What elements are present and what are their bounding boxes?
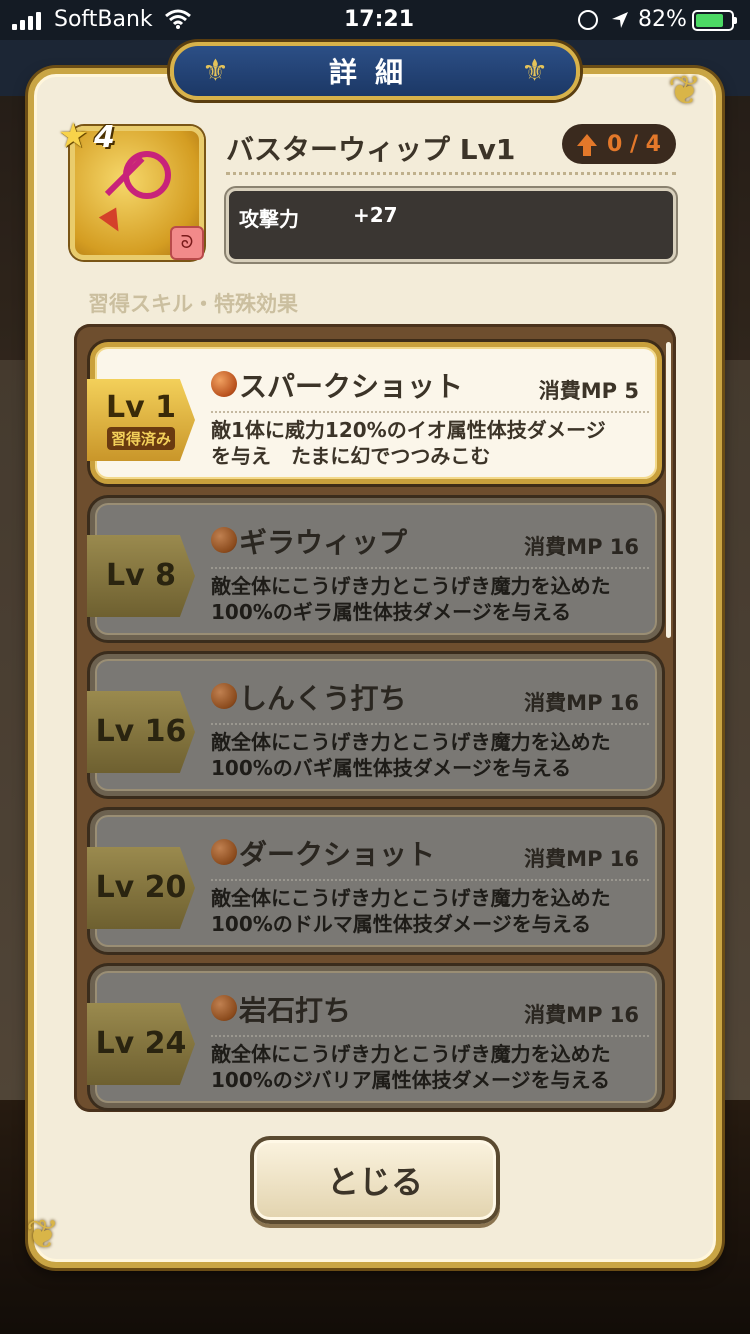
level-label: Lv 24 (95, 1026, 187, 1061)
stats-box: 攻撃力 +27 (226, 188, 676, 262)
skill-description-line: 敵全体にこうげき力とこうげき魔力を込めた (211, 886, 611, 910)
skill-description-line: 100%のジバリア属性体技ダメージを与える (211, 1068, 610, 1092)
level-label: Lv 8 (106, 558, 176, 593)
skill-description-line: 敵全体にこうげき力とこうげき魔力を込めた (211, 730, 611, 754)
skill-description: 敵全体にこうげき力とこうげき魔力を込めた 100%のギラ属性体技ダメージを与える (211, 573, 655, 625)
stat-value: +27 (353, 203, 398, 227)
skill-description-line: 100%のバギ属性体技ダメージを与える (211, 756, 572, 780)
level-tag: Lv 24 (87, 1003, 195, 1085)
corner-ornament-icon: ❦ (668, 68, 702, 114)
skill-name: 岩石打ち (239, 994, 352, 1027)
skill-mp-cost: 消費MP 5 (538, 379, 639, 403)
whip-type-icon: ᘐ (170, 226, 204, 260)
skill-name: しんくう打ち (239, 682, 407, 715)
skill-description: 敵全体にこうげき力とこうげき魔力を込めた 100%のジバリア属性体技ダメージを与え… (211, 1041, 655, 1093)
skill-description-line: 100%のドルマ属性体技ダメージを与える (211, 912, 592, 936)
stat-label: 攻撃力 (239, 207, 299, 231)
wifi-icon (165, 9, 191, 29)
skill-description-line: 敵全体にこうげき力とこうげき魔力を込めた (211, 1042, 611, 1066)
corner-ornament-icon: ❦ (26, 1212, 60, 1258)
level-label: Lv 1 (106, 389, 176, 425)
dialog-title: 詳細 (328, 56, 421, 89)
fleur-de-lis-icon: ⚜ (202, 53, 229, 89)
skill-mp-cost: 消費MP 16 (524, 847, 639, 871)
dialog-title-bar: ⚜ 詳細 ⚜ (170, 42, 580, 100)
skill-card[interactable]: Lv 20 ダークショット 消費MP 16 敵全体にこうげき力とこうげき魔力を込めた 1… (87, 810, 662, 952)
upgrade-counter: 0 / 4 (562, 124, 676, 164)
section-label: 習得スキル・特殊効果 (88, 292, 298, 316)
skill-orb-icon (211, 683, 237, 709)
level-tag: Lv 20 (87, 847, 195, 929)
item-name: バスターウィップ Lv1 (226, 133, 516, 166)
skill-orb-icon (211, 527, 237, 553)
skill-card[interactable]: Lv 8 ギラウィップ 消費MP 16 敵全体にこうげき力とこうげき魔力を込めた 100… (87, 498, 662, 640)
status-bar: SoftBank 17:21 82% (0, 0, 750, 42)
divider (226, 172, 676, 175)
skill-description: 敵1体に威力120%のイオ属性体技ダメージ を与え たまに幻でつつみこむ (211, 417, 655, 469)
skill-description-line: 敵1体に威力120%のイオ属性体技ダメージ (211, 418, 606, 442)
battery-icon (692, 10, 737, 31)
up-arrow-icon (577, 134, 598, 156)
skill-mp-cost: 消費MP 16 (524, 1003, 639, 1027)
divider (211, 723, 649, 725)
skill-orb-icon (211, 371, 237, 397)
skill-name: ダークショット (239, 838, 436, 871)
skill-card[interactable]: Lv 16 しんくう打ち 消費MP 16 敵全体にこうげき力とこうげき魔力を込めた 10… (87, 654, 662, 796)
level-label: Lv 20 (95, 870, 187, 905)
rarity-number: 4 (94, 120, 115, 155)
skill-orb-icon (211, 839, 237, 865)
skill-card[interactable]: Lv 1 習得済み スパークショット 消費MP 5 敵1体に威力120%のイオ属性体技ダ… (87, 342, 662, 484)
carrier-label: SoftBank (54, 7, 153, 32)
skill-mp-cost: 消費MP 16 (524, 691, 639, 715)
close-button[interactable]: とじる (250, 1136, 500, 1224)
skill-name: スパークショット (239, 370, 464, 403)
clock: 17:21 (344, 7, 415, 32)
divider (211, 879, 649, 881)
rotation-lock-icon (578, 10, 598, 30)
divider (211, 567, 649, 569)
skill-name: ギラウィップ (239, 526, 408, 559)
signal-icon (12, 12, 41, 30)
learned-badge: 習得済み (106, 426, 175, 450)
divider (211, 1035, 649, 1037)
level-label: Lv 16 (95, 714, 187, 749)
battery-percentage: 82% (638, 7, 687, 32)
skill-description: 敵全体にこうげき力とこうげき魔力を込めた 100%のドルマ属性体技ダメージを与える (211, 885, 655, 937)
level-tag: Lv 16 (87, 691, 195, 773)
location-icon (612, 12, 628, 28)
scrollbar[interactable] (666, 342, 671, 638)
skill-mp-cost: 消費MP 16 (524, 535, 639, 559)
star-icon: ★ (58, 116, 89, 156)
skill-description: 敵全体にこうげき力とこうげき魔力を込めた 100%のバギ属性体技ダメージを与える (211, 729, 655, 781)
fleur-de-lis-icon: ⚜ (521, 53, 548, 89)
skill-description-line: 100%のギラ属性体技ダメージを与える (211, 600, 572, 624)
skill-description-line: 敵全体にこうげき力とこうげき魔力を込めた (211, 574, 611, 598)
level-tag: Lv 1 習得済み (87, 379, 195, 461)
skill-card[interactable]: Lv 24 岩石打ち 消費MP 16 敵全体にこうげき力とこうげき魔力を込めた 100%… (87, 966, 662, 1108)
divider (211, 411, 649, 413)
level-tag: Lv 8 (87, 535, 195, 617)
skill-description-line: を与え たまに幻でつつみこむ (211, 444, 491, 468)
upgrade-value: 0 / 4 (607, 131, 661, 157)
skill-orb-icon (211, 995, 237, 1021)
